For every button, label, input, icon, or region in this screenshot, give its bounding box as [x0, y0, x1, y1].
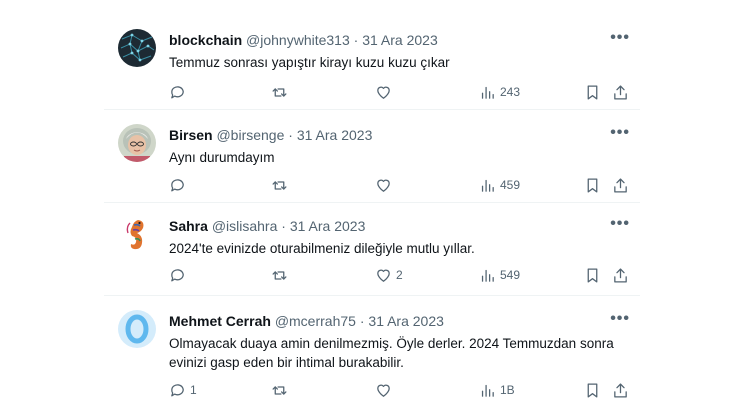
- views-button[interactable]: 243: [479, 82, 520, 102]
- like-button[interactable]: 2: [375, 265, 403, 285]
- like-icon: [377, 384, 390, 397]
- like-icon: [377, 269, 390, 282]
- views-count: 1B: [500, 383, 515, 397]
- more-icon[interactable]: •••: [610, 29, 630, 47]
- reply-button[interactable]: [169, 175, 190, 195]
- author-handle[interactable]: @mcerrah75: [275, 313, 356, 329]
- reply-icon: [171, 383, 184, 396]
- tweet-actions: 2 549: [169, 265, 640, 285]
- like-button[interactable]: [375, 175, 396, 195]
- separator: ·: [353, 32, 359, 48]
- more-icon[interactable]: •••: [610, 215, 630, 233]
- retweet-button[interactable]: [271, 380, 292, 400]
- like-button[interactable]: [375, 380, 396, 400]
- like-button[interactable]: [375, 82, 396, 102]
- tweet-date[interactable]: 31 Ara 2023: [368, 313, 444, 329]
- like-icon: [377, 179, 390, 192]
- avatar[interactable]: [118, 124, 156, 162]
- like-icon: [377, 86, 390, 99]
- more-icon[interactable]: •••: [610, 310, 630, 328]
- tweet-text: Aynı durumdayım: [169, 150, 275, 165]
- bookmark-button[interactable]: [584, 265, 601, 285]
- separator: ·: [281, 218, 286, 234]
- share-button[interactable]: [612, 82, 629, 102]
- views-icon: [481, 179, 494, 192]
- share-icon: [614, 84, 627, 100]
- tweet[interactable]: Sahra @islisahra · 31 Ara 2023 ••• 2024'…: [104, 203, 640, 296]
- author-name[interactable]: blockchain: [169, 32, 242, 48]
- share-icon: [614, 382, 627, 398]
- separator: ·: [359, 313, 365, 329]
- bookmark-button[interactable]: [584, 175, 601, 195]
- retweet-icon: [272, 385, 287, 395]
- avatar[interactable]: [118, 29, 156, 67]
- like-count: 2: [396, 268, 403, 282]
- tweet-date[interactable]: 31 Ara 2023: [297, 127, 373, 143]
- more-icon[interactable]: •••: [610, 124, 630, 142]
- share-button[interactable]: [612, 175, 629, 195]
- views-count: 549: [500, 268, 521, 282]
- author-handle[interactable]: @birsenge: [216, 127, 284, 143]
- reply-button[interactable]: 1: [169, 380, 197, 400]
- retweet-icon: [272, 180, 287, 190]
- tweet-date[interactable]: 31 Ara 2023: [290, 218, 366, 234]
- retweet-button[interactable]: [271, 175, 292, 195]
- author-name[interactable]: Sahra: [169, 218, 208, 234]
- retweet-button[interactable]: [271, 265, 292, 285]
- views-icon: [481, 384, 494, 397]
- tweet-date[interactable]: 31 Ara 2023: [362, 32, 438, 48]
- reply-icon: [171, 178, 184, 191]
- tweet[interactable]: Birsen @birsenge · 31 Ara 2023 ••• Aynı …: [104, 110, 640, 203]
- tweet-text: 2024'te evinizde oturabilmeniz dileğiyle…: [169, 241, 475, 256]
- tweet[interactable]: Mehmet Cerrah @mcerrah75 · 31 Ara 2023 •…: [104, 296, 640, 408]
- share-button[interactable]: [612, 380, 629, 400]
- reply-count: 1: [190, 383, 197, 397]
- bookmark-icon: [587, 267, 598, 283]
- author-name[interactable]: Mehmet Cerrah: [169, 313, 271, 329]
- share-button[interactable]: [612, 265, 629, 285]
- views-button[interactable]: 549: [479, 265, 520, 285]
- bookmark-icon: [587, 84, 598, 100]
- share-icon: [614, 177, 627, 193]
- tweet-text: Temmuz sonrası yapıştır kirayı kuzu kuzu…: [169, 55, 450, 70]
- views-count: 243: [500, 85, 521, 99]
- reply-button[interactable]: [169, 82, 190, 102]
- bookmark-button[interactable]: [584, 380, 601, 400]
- tweet-actions: 1 1B: [169, 380, 640, 400]
- views-icon: [481, 269, 494, 282]
- reply-button[interactable]: [169, 265, 190, 285]
- bookmark-icon: [587, 382, 598, 398]
- reply-feed: blockchain @johnywhite313 · 31 Ara 2023 …: [104, 15, 640, 408]
- avatar[interactable]: [118, 310, 156, 348]
- author-name[interactable]: Birsen: [169, 127, 213, 143]
- share-icon: [614, 267, 627, 283]
- bookmark-button[interactable]: [584, 82, 601, 102]
- tweet-actions: 243: [169, 82, 640, 102]
- retweet-icon: [272, 270, 287, 280]
- tweet[interactable]: blockchain @johnywhite313 · 31 Ara 2023 …: [104, 15, 640, 110]
- reply-icon: [171, 85, 184, 98]
- retweet-button[interactable]: [271, 82, 292, 102]
- views-icon: [481, 86, 494, 99]
- views-count: 459: [500, 178, 521, 192]
- tweet-text: Olmayacak duaya amin denilmezmiş. Öyle d…: [169, 336, 614, 370]
- avatar[interactable]: [118, 215, 156, 253]
- views-button[interactable]: 459: [479, 175, 520, 195]
- reply-icon: [171, 268, 184, 281]
- separator: ·: [288, 127, 293, 143]
- author-handle[interactable]: @johnywhite313: [246, 32, 350, 48]
- bookmark-icon: [587, 177, 598, 193]
- views-button[interactable]: 1B: [479, 380, 515, 400]
- author-handle[interactable]: @islisahra: [212, 218, 278, 234]
- tweet-actions: 459: [169, 175, 640, 195]
- retweet-icon: [272, 87, 287, 97]
